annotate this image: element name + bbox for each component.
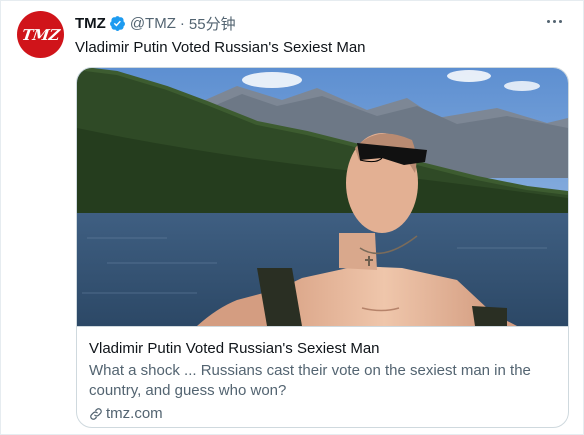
- card-domain-text: tmz.com: [106, 405, 163, 422]
- tweet-container[interactable]: TMZ TMZ @TMZ · 55分钟 Vladimir Putin Voted…: [0, 0, 584, 435]
- author-name[interactable]: TMZ: [75, 15, 106, 32]
- avatar[interactable]: TMZ: [17, 11, 64, 58]
- card-domain: tmz.com: [89, 404, 556, 424]
- link-icon: [90, 408, 102, 420]
- separator-dot: ·: [179, 14, 185, 32]
- author-handle[interactable]: @TMZ: [130, 15, 176, 32]
- avatar-logo-text: TMZ: [20, 25, 61, 44]
- tweet-timestamp[interactable]: 55分钟: [189, 13, 236, 34]
- card-info[interactable]: Vladimir Putin Voted Russian's Sexiest M…: [77, 326, 568, 427]
- tweet-text: Vladimir Putin Voted Russian's Sexiest M…: [75, 39, 366, 56]
- tweet-header: TMZ @TMZ · 55分钟: [75, 13, 236, 33]
- link-card[interactable]: Vladimir Putin Voted Russian's Sexiest M…: [76, 67, 569, 428]
- card-description: What a shock ... Russians cast their vot…: [89, 362, 531, 399]
- card-title: Vladimir Putin Voted Russian's Sexiest M…: [89, 340, 380, 357]
- verified-badge-icon: [109, 15, 125, 31]
- more-dots-icon[interactable]: [543, 10, 565, 32]
- card-image[interactable]: [77, 68, 568, 326]
